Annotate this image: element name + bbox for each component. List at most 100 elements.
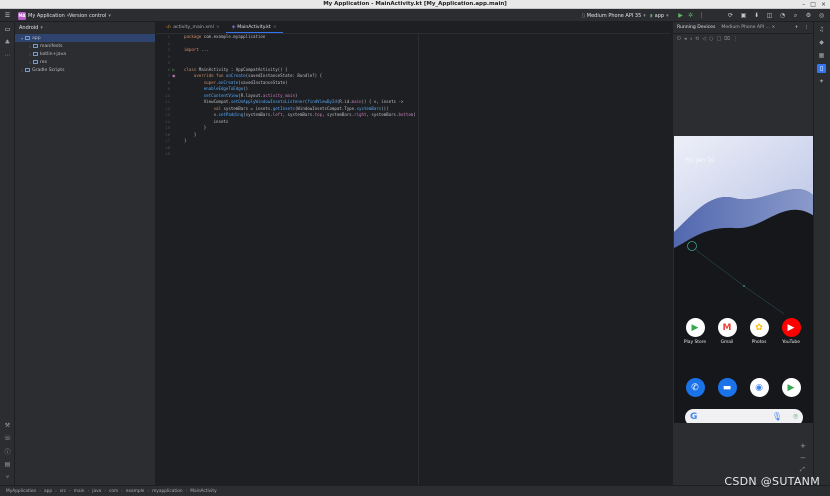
search-icon[interactable]: ⌕ [791,11,800,20]
dock-app[interactable]: ◉ [744,378,774,397]
device-tab-label: Medium Phone API ... [721,25,771,30]
breadcrumb-item[interactable]: src [60,489,66,494]
code-line[interactable] [184,151,416,158]
tree-row[interactable]: ▾ app [15,34,155,42]
google-search-bar[interactable]: G 🎙 ⌾ [685,409,803,423]
maximize-icon[interactable]: □ [810,1,816,8]
more-icon[interactable]: ⋮ [804,25,809,30]
terminal-icon[interactable]: ▤ [3,460,12,469]
sdk-manager-icon[interactable]: ⬇ [752,11,761,20]
breadcrumb-item[interactable]: java [92,489,101,494]
tree-row[interactable]: › Gradle Scripts [15,66,155,74]
fit-screen-icon[interactable]: ⤢ [800,466,805,474]
tree-row[interactable]: › kotlin+java [15,50,155,58]
resource-manager-icon[interactable]: ♣ [3,38,12,47]
run-gutter-icon[interactable]: ▷ [172,67,175,72]
tree-row[interactable]: › res [15,58,155,66]
google-logo-icon: G [690,412,698,422]
kotlin-file-icon: ◈ [231,24,236,30]
close-icon[interactable]: × [273,25,277,30]
breadcrumb-item[interactable]: app [44,489,52,494]
gradle-icon[interactable]: ◆ [817,38,826,47]
add-icon[interactable]: + [795,25,799,30]
more-icon[interactable]: ⋮ [733,36,738,42]
tree-row-label: res [40,59,48,65]
debug-icon[interactable]: ✲ [686,11,695,20]
app-photos[interactable]: ✿ Photos [744,318,774,345]
date-widget[interactable]: Fri, Jan 10 [685,157,715,164]
play-store-icon: ▶ [685,318,705,337]
gemini-icon[interactable]: ✦ [817,77,826,86]
app-label: Photos [751,340,767,345]
running-devices-title: Running Devices [677,25,716,30]
app-play-store[interactable]: ▶ Play Store [680,318,710,345]
breadcrumb-item[interactable]: example [126,489,145,494]
close-icon[interactable]: × [216,25,220,30]
rotate-icon[interactable]: ⟲ [695,36,699,42]
breadcrumb-item[interactable]: main [74,489,85,494]
device-explorer-icon[interactable]: ▦ [817,51,826,60]
project-view-selector[interactable]: Android ▾ [15,22,155,34]
sync-icon[interactable]: ⟳ [726,11,735,20]
breadcrumb-item[interactable]: com [109,489,118,494]
overview-icon[interactable]: □ [716,36,721,42]
chevron-down-icon: ▾ [666,12,669,19]
app-gmail[interactable]: M Gmail [712,318,742,345]
editor-tab[interactable]: ‹/› activity_main.xml × [160,22,226,33]
dock-app[interactable]: ▬ [712,378,742,397]
code-line[interactable]: v.setPadding(systemBars.left, systemBars… [184,112,416,119]
device-manager-icon[interactable]: ▣ [739,11,748,20]
running-devices-icon[interactable]: ▯ [817,64,826,73]
status-bar-breadcrumb: MyApplication › app › src › main › java › com › exam… [0,485,830,496]
dock-app[interactable]: ▶ [776,378,806,397]
settings-gear-icon[interactable]: ⚙ [804,11,813,20]
version-control-icon[interactable]: ⑂ [3,473,12,482]
layout-inspector-icon[interactable]: ◫ [765,11,774,20]
run-config-name: app [654,12,665,19]
screenshot-icon[interactable]: ⌧ [724,36,730,42]
minimize-icon[interactable]: – [802,1,805,8]
account-icon[interactable]: ◎ [817,11,826,20]
volume-down-icon[interactable]: ◃ [689,36,692,42]
project-panel: Android ▾ ▾ app › manifests › kotlin+java › res… [15,22,156,485]
home-icon[interactable]: ○ [709,36,713,42]
problems-icon[interactable]: ⓘ [3,447,12,456]
mic-icon[interactable]: 🎙 [772,412,782,421]
volume-up-icon[interactable]: ◂ [684,36,687,42]
override-gutter-icon[interactable]: ◉ [172,73,176,78]
breadcrumb-item[interactable]: MyApplication [6,489,36,494]
editor-tab[interactable]: ◈ MainActivity.kt × [225,22,283,33]
breadcrumb-item[interactable]: MainActivity [190,489,216,494]
zoom-out-icon[interactable]: − [800,454,806,462]
breadcrumb-separator-icon: › [185,488,188,494]
build-variants-icon[interactable]: ⚒ [3,421,12,430]
more-tools-icon[interactable]: ⋯ [3,51,12,60]
right-margin-guide [418,34,419,485]
lens-icon[interactable]: ⌾ [793,412,798,422]
more-actions-icon[interactable]: ⋮ [697,11,706,20]
notifications-icon[interactable]: ♫ [817,25,826,34]
dock-app[interactable]: ✆ [680,378,710,397]
code-area[interactable]: package com.example.myapplication import … [184,34,416,158]
zoom-in-icon[interactable]: + [800,442,806,450]
vcs-selector[interactable]: Version control ▾ [69,11,111,20]
project-tree: ▾ app › manifests › kotlin+java › res › Gradle Sc… [15,34,155,74]
device-selector[interactable]: ▯ Medium Phone API 35 ▾ [582,11,646,20]
profiler-icon[interactable]: ◔ [778,11,787,20]
tree-row[interactable]: › manifests [15,42,155,50]
app-youtube[interactable]: ▶ YouTube [776,318,806,345]
project-selector[interactable]: MA My Application ▾ [18,11,69,20]
run-icon[interactable]: ▶ [676,11,685,20]
run-config-selector[interactable]: ◗ app ▾ [650,11,669,20]
close-icon[interactable]: × [821,1,826,8]
back-icon[interactable]: ◁ [702,36,706,42]
breadcrumb-item[interactable]: myapplication [152,489,182,494]
close-icon[interactable]: × [772,25,776,30]
phone-screen[interactable]: Fri, Jan 10 ▶ Play Store M Gmail ✿ Photos ▶ You… [674,136,814,423]
power-icon[interactable]: ⏻ [677,36,681,42]
left-tool-strip: ▭ ♣ ⋯ ⚒ ☏ ⓘ ▤ ⑂ [0,22,15,485]
project-folder-icon[interactable]: ▭ [3,25,12,34]
device-tab[interactable]: Medium Phone API ... × [721,25,775,30]
main-menu-icon[interactable]: ☰ [3,11,12,20]
logcat-icon[interactable]: ☏ [3,434,12,443]
